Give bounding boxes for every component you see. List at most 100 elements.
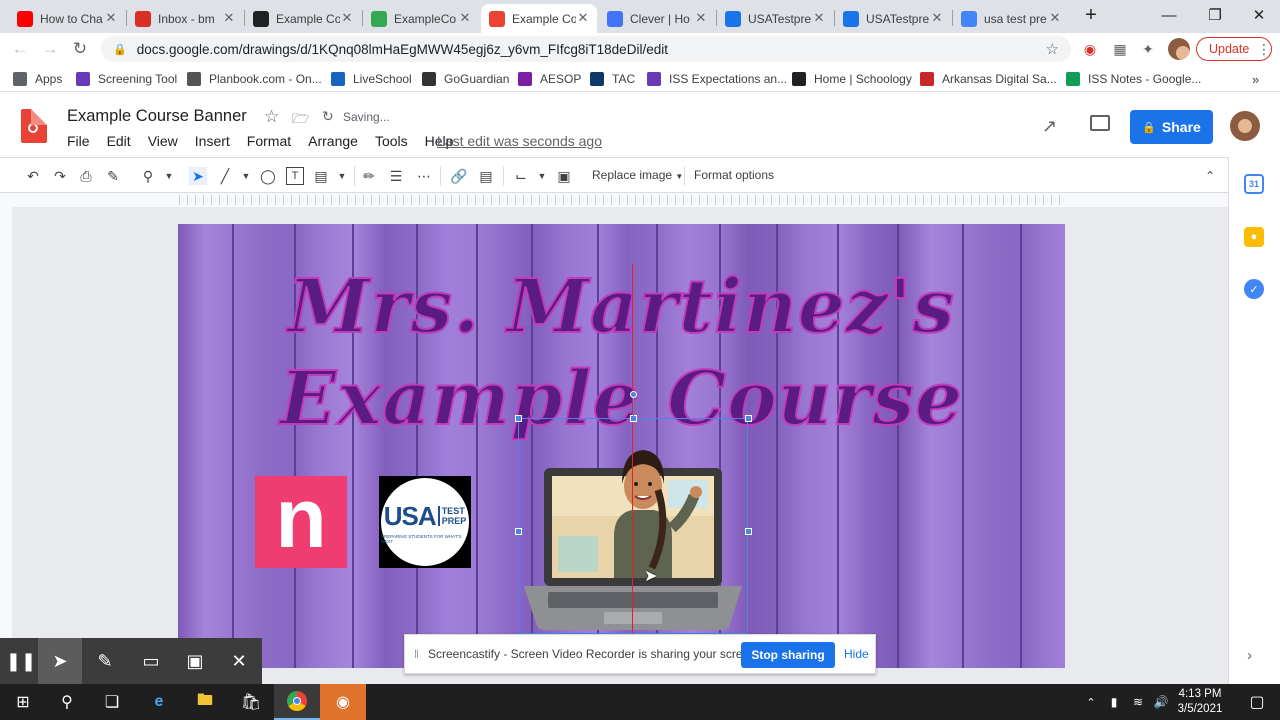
reload-icon[interactable]: ↻ [68,37,92,61]
bookmark-item[interactable]: AESOP [518,70,581,88]
browser-tab[interactable]: USATestpre ✕ [835,4,951,33]
browser-tab[interactable]: How to Cha ✕ [9,4,125,33]
link-icon[interactable]: 🔗 [450,167,468,185]
account-avatar[interactable] [1230,111,1260,141]
line-icon[interactable]: ╱ [216,167,234,185]
url-omnibox[interactable]: 🔒 docs.google.com/drawings/d/1KQnq08lmHa… [101,36,1071,62]
reset-image-icon[interactable]: ▣ [555,167,573,185]
select-cursor-icon[interactable]: ➤ [189,167,207,185]
vertical-ruler[interactable] [0,207,12,685]
redo-icon[interactable]: ↷ [51,167,69,185]
menu-item[interactable]: File [67,133,90,149]
expand-panel-icon[interactable]: › [1247,647,1252,664]
battery-icon[interactable]: ▮ [1102,684,1126,720]
close-tab-icon[interactable]: ✕ [457,10,473,26]
screencastify-extension-icon[interactable]: ◉ [1080,39,1100,59]
extensions-puzzle-icon[interactable]: ✦ [1138,39,1158,59]
image-dropdown-icon[interactable]: ▼ [333,167,351,185]
document-title[interactable]: Example Course Banner [67,107,247,126]
drag-grip-icon[interactable]: ‖ [414,647,419,661]
browser-menu-icon[interactable]: ⋮ [1256,39,1272,59]
bookmark-item[interactable]: LiveSchool [331,70,412,88]
close-tab-icon[interactable]: ✕ [693,10,709,26]
image-icon[interactable]: ▤ [312,167,330,185]
volume-icon[interactable]: 🔊 [1150,684,1172,720]
browser-tab[interactable]: Example Co ✕ [245,4,361,33]
bookmark-item[interactable]: Home | Schoology [792,70,912,88]
rotate-handle[interactable] [630,391,637,398]
line-dropdown-icon[interactable]: ▼ [237,167,255,185]
comment-icon[interactable] [1090,115,1110,131]
tasks-icon[interactable]: ✓ [1244,279,1264,299]
url-text[interactable]: docs.google.com/drawings/d/1KQnq08lmHaEg… [137,42,668,57]
menu-item[interactable]: Arrange [308,133,358,149]
windows-start-icon[interactable]: ⊞ [0,684,46,720]
last-edit-link[interactable]: Last edit was seconds ago [437,133,602,149]
pen-tool-icon[interactable]: ✎ [84,638,126,684]
border-dash-icon[interactable]: ⋯ [415,167,433,185]
print-icon[interactable]: ⎙ [77,167,95,185]
activity-trend-icon[interactable]: ↗ [1042,116,1057,137]
store-icon[interactable]: 🛍 [228,684,274,720]
add-comment-icon[interactable]: ▤ [477,167,495,185]
hide-link[interactable]: Hide [844,647,869,661]
border-weight-icon[interactable]: ☰ [387,167,405,185]
menu-item[interactable]: Tools [375,133,408,149]
task-view-icon[interactable]: ❏ [89,684,135,720]
bookmark-item[interactable]: ISS Expectations an... [647,70,787,88]
resize-handle-w[interactable] [515,528,522,535]
zoom-icon[interactable]: ⚲ [139,167,157,185]
replace-image-button[interactable]: Replace image ▼ [592,168,683,182]
close-tab-icon[interactable]: ✕ [221,10,237,26]
notifications-icon[interactable]: ▢ [1234,684,1280,720]
pause-icon[interactable]: ❚❚ [0,638,42,684]
usa-test-prep-logo[interactable]: USA TEST PREP PREPARING STUDENTS FOR WHA… [379,476,471,568]
bookmark-item[interactable]: ISS Notes - Google... [1066,70,1201,88]
shape-icon[interactable]: ◯ [259,167,277,185]
grid-extension-icon[interactable]: ▦ [1110,39,1130,59]
border-color-icon[interactable]: ✏ [360,167,378,185]
browser-tab[interactable]: Example Co ✕ [481,4,597,33]
undo-icon[interactable]: ↶ [24,167,42,185]
resize-handle-ne[interactable] [745,415,752,422]
bookmark-item[interactable]: TAC [590,70,635,88]
bookmark-item[interactable]: Screening Tool [76,70,177,88]
move-folder-icon[interactable]: 🗁 [292,108,309,132]
close-controls-icon[interactable]: ✕ [218,638,260,684]
bookmark-item[interactable]: Planbook.com - On... [187,70,322,88]
chrome-taskbar-icon[interactable] [274,684,320,720]
close-tab-icon[interactable]: ✕ [339,10,355,26]
app-taskbar-icon[interactable]: ◉ [320,684,366,720]
browser-tab[interactable]: ExampleCo ✕ [363,4,479,33]
edge-icon[interactable]: e [136,684,182,720]
browser-tab[interactable]: usa test pre ✕ [953,4,1069,33]
close-tab-icon[interactable]: ✕ [575,10,591,26]
cursor-tool-icon[interactable]: ➤ [38,638,82,684]
new-tab-button[interactable]: + [1076,0,1106,30]
banner-title-line1[interactable]: Mrs. Martinez's [178,263,1065,351]
back-arrow-icon[interactable]: ← [8,37,32,61]
keep-icon[interactable]: ● [1244,227,1264,247]
collapse-toolbar-icon[interactable]: ⌃ [1201,167,1219,185]
resize-handle-e[interactable] [745,528,752,535]
menu-item[interactable]: View [148,133,178,149]
bookmark-item[interactable]: GoGuardian [422,70,509,88]
text-box-icon[interactable]: T [286,167,304,185]
close-tab-icon[interactable]: ✕ [811,10,827,26]
more-bookmarks-icon[interactable]: » [1252,70,1259,88]
bookmark-star-icon[interactable]: ☆ [1046,40,1059,58]
selection-box[interactable] [518,418,748,634]
resize-handle-nw[interactable] [515,415,522,422]
eraser-tool-icon[interactable]: ▭ [130,638,172,684]
close-window-icon[interactable]: ✕ [1236,0,1280,30]
forward-arrow-icon[interactable]: → [38,37,62,61]
close-tab-icon[interactable]: ✕ [1047,10,1063,26]
browser-tab[interactable]: Clever | Ho ✕ [599,4,715,33]
paint-format-icon[interactable]: ✎ [104,167,122,185]
horizontal-ruler[interactable] [0,193,1228,207]
webcam-icon[interactable]: ▣ [174,638,216,684]
restore-icon[interactable]: ❐ [1192,0,1238,30]
menu-item[interactable]: Edit [107,133,131,149]
minimize-icon[interactable]: — [1146,0,1192,30]
system-clock[interactable]: 4:13 PM 3/5/2021 [1172,687,1228,717]
